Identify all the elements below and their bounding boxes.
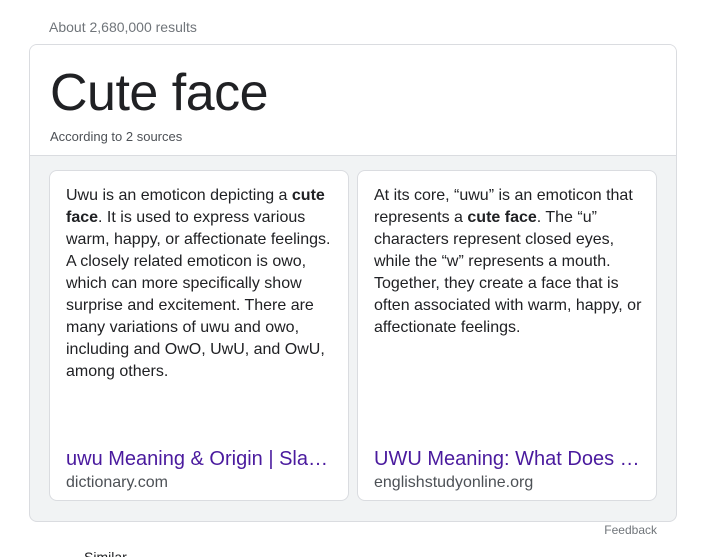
cut-off-heading: Similar: [84, 549, 127, 557]
snippet-text: . It is used to express various warm, ha…: [66, 209, 331, 380]
source-card-dictionary: Uwu is an emoticon depicting a cute face…: [49, 170, 349, 501]
snippet-text: Uwu is an emoticon depicting a: [66, 187, 292, 204]
snippet-highlight: cute face: [467, 209, 537, 226]
card-header: Cute face According to 2 sources: [30, 45, 676, 156]
source-domain: englishstudyonline.org: [374, 474, 534, 491]
source-card-englishstudyonline: At its core, “uwu” is an emoticon that r…: [357, 170, 657, 501]
featured-snippet-card: Cute face According to 2 sources Uwu is …: [29, 44, 677, 522]
source-snippet: At its core, “uwu” is an emoticon that r…: [374, 185, 644, 339]
feedback-link[interactable]: Feedback: [604, 523, 657, 537]
card-subtitle: According to 2 sources: [50, 129, 183, 144]
source-domain: dictionary.com: [66, 474, 168, 491]
source-link[interactable]: uwu Meaning & Origin | Slang by Dictiona…: [66, 446, 332, 472]
result-stats: About 2,680,000 results: [49, 19, 197, 35]
source-link[interactable]: UWU Meaning: What Does UWU Mean?: [374, 446, 640, 472]
search-results-page: About 2,680,000 results Cute face Accord…: [0, 0, 712, 557]
snippet-text: . The “u” characters represent closed ey…: [374, 209, 642, 336]
card-title: Cute face: [50, 64, 269, 122]
source-snippet: Uwu is an emoticon depicting a cute face…: [66, 185, 336, 383]
sources-row: Uwu is an emoticon depicting a cute face…: [49, 170, 659, 504]
